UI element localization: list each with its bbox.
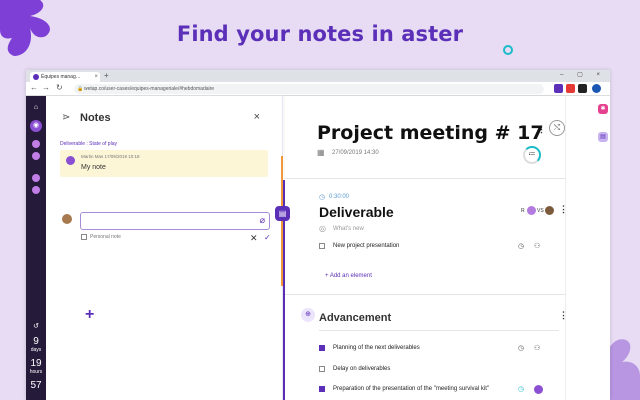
task-label: New project presentation	[333, 243, 400, 249]
task-label: Delay on deliverables	[333, 366, 391, 372]
meeting-more-icon[interactable]: ⋮	[537, 124, 546, 135]
meeting-title: Project meeting # 17	[317, 122, 544, 144]
window-controls[interactable]: – ▢ ×	[560, 71, 606, 78]
cancel-icon[interactable]: ✕	[250, 233, 258, 244]
task-label: Preparation of the presentation of the "…	[333, 386, 490, 392]
task-user-icon[interactable]: ⚇	[534, 344, 540, 352]
add-element-link[interactable]: + Add an element	[325, 273, 372, 279]
meeting-dot-icon[interactable]	[32, 174, 40, 182]
attach-icon[interactable]: ⌀	[260, 215, 265, 226]
minutes-value: 57	[30, 380, 42, 391]
strip-notes-icon[interactable]: ▤	[598, 132, 608, 142]
extension-dark-icon[interactable]	[578, 84, 587, 93]
home-icon[interactable]: ⌂	[30, 102, 42, 114]
progress-icon[interactable]: ≔	[523, 146, 541, 164]
task-clock-icon[interactable]: ◷	[518, 385, 524, 393]
notes-section-label: Deliverable : State of play	[60, 141, 117, 147]
meeting-dot-icon[interactable]	[32, 140, 40, 148]
confirm-icon[interactable]: ✓	[264, 233, 271, 242]
vs-label: VS	[537, 208, 544, 214]
avatar[interactable]	[534, 385, 543, 394]
notes-icon: ⋗	[62, 112, 71, 123]
note-card[interactable]: Martin Mas 17/09/2019 10:18 My note	[60, 150, 268, 177]
browser-toolbar: ← → ↻ 🔒 wetap.co/user-cases/equipes-mana…	[26, 82, 610, 96]
address-bar[interactable]: 🔒 wetap.co/user-cases/equipes-managerial…	[74, 84, 544, 94]
task-checkbox[interactable]	[319, 345, 325, 351]
notes-panel: ⋗ Notes × Deliverable : State of play Ma…	[46, 96, 282, 400]
forward-icon[interactable]: →	[42, 83, 50, 92]
lock-icon: 🔒	[77, 86, 84, 92]
avatar	[62, 214, 72, 224]
countdown-minutes: 57	[26, 380, 46, 391]
days-label: days	[30, 347, 42, 353]
add-note-button[interactable]: +	[85, 306, 94, 324]
tab-title: Équipes manag…	[41, 74, 81, 80]
right-strip: ✱ ▤	[565, 96, 610, 400]
hours-label: hours	[29, 369, 43, 375]
meeting-dot-icon[interactable]	[32, 152, 40, 160]
task-checkbox[interactable]	[319, 386, 325, 392]
countdown-hours: 19 hours	[26, 358, 46, 375]
note-input[interactable]: ⌀	[80, 212, 270, 230]
notes-title: Notes	[80, 112, 111, 124]
headline: Find your notes in aster	[176, 22, 464, 46]
personal-note-checkbox[interactable]	[81, 234, 87, 240]
calendar-icon: ▦	[317, 148, 325, 157]
hours-value: 19	[30, 358, 42, 369]
app-menu-icon[interactable]: ◉	[30, 120, 42, 132]
separator	[285, 294, 565, 295]
meeting-panel: Project meeting # 17 ⋮ ⤭ ▦ 27/09/2019 14…	[285, 96, 568, 400]
section-title-advancement: Advancement	[319, 312, 392, 324]
tab-close-icon[interactable]: ×	[94, 72, 98, 82]
url-text: wetap.co/user-cases/equipes-manageriale/…	[84, 86, 215, 92]
whats-new-label: What's new	[333, 226, 364, 232]
share-icon[interactable]: ⤭	[549, 120, 565, 136]
favicon-icon	[33, 74, 39, 80]
strip-app-icon[interactable]: ✱	[598, 104, 608, 114]
separator	[285, 178, 565, 179]
history-icon[interactable]: ↺	[30, 321, 42, 333]
owner-initial: R	[521, 208, 525, 214]
task-clock-icon[interactable]: ◷	[518, 242, 524, 250]
tab-bar: Équipes manag… × + – ▢ ×	[26, 70, 610, 82]
browser-tab[interactable]: Équipes manag… ×	[30, 72, 100, 82]
separator	[319, 330, 559, 331]
meeting-date: 27/09/2019 14:30	[332, 150, 379, 156]
task-checkbox[interactable]	[319, 243, 325, 249]
back-icon[interactable]: ←	[30, 83, 38, 92]
task-checkbox[interactable]	[319, 366, 325, 372]
left-rail: ⌂ ◉ ↺ 9 days 19 hours 57	[26, 96, 46, 400]
extension-aster-icon[interactable]	[554, 84, 563, 93]
avatar[interactable]	[527, 206, 536, 215]
new-tab-button[interactable]: +	[104, 71, 109, 80]
clock-icon: ◷	[319, 194, 326, 201]
notes-marker-icon[interactable]: ▤	[275, 206, 290, 221]
advancement-icon: ⊕	[301, 308, 315, 322]
personal-note-label: Personal note	[90, 234, 121, 240]
note-meta: Martin Mas 17/09/2019 10:18	[81, 154, 140, 159]
task-clock-icon[interactable]: ◷	[518, 344, 524, 352]
section-title-deliverable: Deliverable	[319, 204, 394, 220]
section-duration: 0:30:00	[329, 194, 350, 200]
extension-red-icon[interactable]	[566, 84, 575, 93]
countdown-days: 9 days	[26, 336, 46, 353]
task-user-icon[interactable]: ⚇	[534, 242, 540, 250]
note-text: My note	[81, 164, 106, 171]
close-icon[interactable]: ×	[254, 111, 260, 123]
avatar	[66, 156, 75, 165]
target-icon: ◎	[319, 224, 326, 233]
avatar[interactable]	[545, 206, 554, 215]
aster-app: ⌂ ◉ ↺ 9 days 19 hours 57 ⋗ Notes × Deliv…	[26, 96, 610, 400]
browser-window: Équipes manag… × + – ▢ × ← → ↻ 🔒 wetap.c…	[26, 70, 610, 400]
days-value: 9	[33, 336, 39, 347]
reload-icon[interactable]: ↻	[56, 83, 63, 92]
profile-avatar-icon[interactable]	[592, 84, 601, 93]
meeting-dot-icon[interactable]	[32, 186, 40, 194]
task-label: Planning of the next deliverables	[333, 345, 420, 351]
